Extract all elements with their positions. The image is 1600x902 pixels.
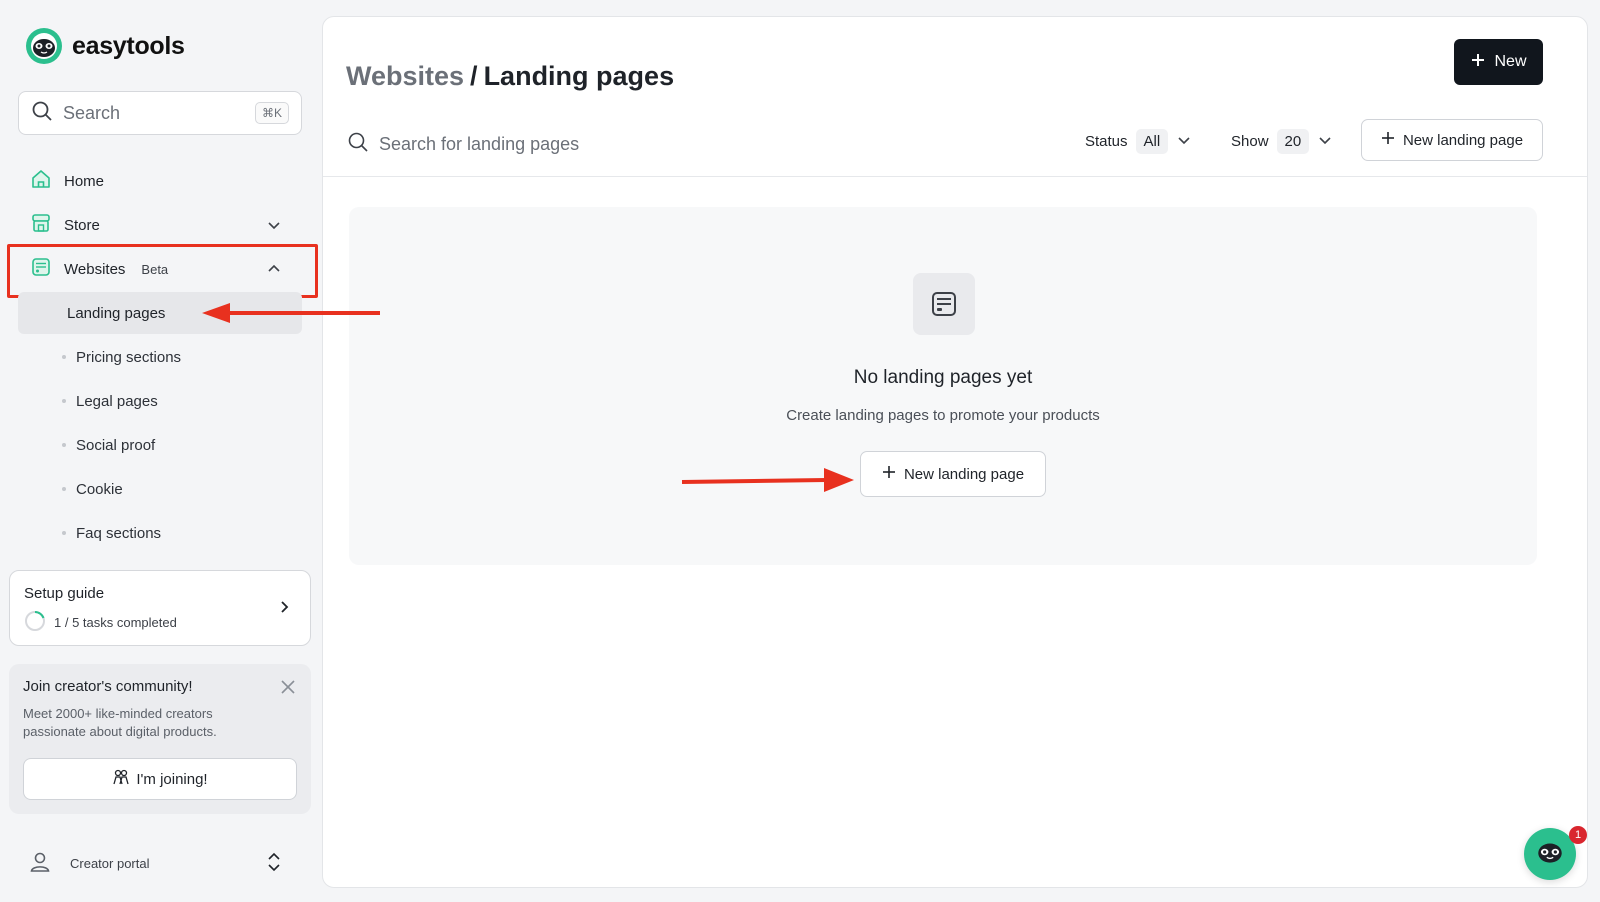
show-count-dropdown[interactable]: Show 20 xyxy=(1231,129,1333,154)
search-placeholder: Search for landing pages xyxy=(379,134,580,154)
close-icon[interactable] xyxy=(279,678,297,701)
new-button-label: New xyxy=(1494,53,1527,70)
bullet-dot xyxy=(62,355,66,359)
chevron-down-icon xyxy=(1317,132,1333,152)
sidebar-subitem-legal-pages[interactable]: Legal pages xyxy=(18,380,302,422)
sidebar-item-store[interactable]: Store xyxy=(20,205,300,245)
breadcrumb: Websites / Landing pages xyxy=(346,61,674,92)
creator-portal-label: Creator portal xyxy=(70,855,150,871)
bullet-dot xyxy=(62,487,66,491)
status-filter-value: All xyxy=(1135,129,1169,154)
bullet-dot xyxy=(62,531,66,535)
main-panel: Websites / Landing pages New Search for la… xyxy=(322,16,1588,888)
sidebar-search-input[interactable]: Search ⌘K xyxy=(18,91,302,135)
sidebar-subitem-social-proof[interactable]: Social proof xyxy=(18,424,302,466)
sidebar-subitem-label: Pricing sections xyxy=(76,348,182,366)
chat-notification-badge: 1 xyxy=(1569,826,1587,844)
sidebar-subitem-label: Landing pages xyxy=(67,304,166,322)
sidebar-item-home[interactable]: Home xyxy=(20,161,300,201)
bullet-dot xyxy=(62,443,66,447)
breadcrumb-parent[interactable]: Websites xyxy=(346,61,464,91)
setup-guide-card[interactable]: Setup guide 1 / 5 tasks completed xyxy=(9,570,311,646)
setup-guide-title: Setup guide xyxy=(24,585,105,602)
plus-icon xyxy=(1381,131,1395,149)
sidebar-subitem-label: Cookie xyxy=(76,480,123,498)
chevron-down-icon xyxy=(1176,132,1192,152)
toolbar: Search for landing pages Status All Show… xyxy=(323,117,1587,177)
annotation-arrow-left xyxy=(202,303,380,323)
new-landing-page-label: New landing page xyxy=(1402,131,1524,149)
community-description: Meet 2000+ like-minded creators passiona… xyxy=(23,706,217,739)
setup-progress-text: 1 / 5 tasks completed xyxy=(54,615,177,630)
sidebar: easytools Search ⌘K Home Store Websites … xyxy=(0,0,322,902)
join-button-label: I'm joining! xyxy=(136,770,208,788)
bullet-dot xyxy=(62,399,66,403)
home-icon xyxy=(30,168,52,194)
show-count-value: 20 xyxy=(1276,129,1310,154)
breadcrumb-separator: / xyxy=(470,61,478,91)
sidebar-subitem-cookie[interactable]: Cookie xyxy=(18,468,302,510)
plus-icon xyxy=(1470,52,1486,73)
join-community-button[interactable]: I'm joining! xyxy=(23,758,297,800)
progress-ring-icon xyxy=(24,610,46,635)
empty-button-label: New landing page xyxy=(903,465,1025,483)
empty-new-landing-page-button[interactable]: New landing page xyxy=(860,451,1046,497)
sidebar-item-label: Store xyxy=(64,216,100,234)
annotation-highlight-box xyxy=(7,244,318,298)
landing-page-icon xyxy=(913,273,975,335)
chevron-right-icon xyxy=(276,599,292,620)
search-icon xyxy=(31,100,53,127)
chevron-up-down-icon xyxy=(266,852,282,875)
new-landing-page-button[interactable]: New landing page xyxy=(1361,119,1543,161)
people-icon xyxy=(112,768,130,790)
search-placeholder: Search xyxy=(63,102,121,123)
plus-icon xyxy=(882,465,896,483)
sloth-chat-icon xyxy=(1534,836,1566,873)
landing-pages-search-input[interactable]: Search for landing pages xyxy=(347,131,579,158)
search-shortcut: ⌘K xyxy=(254,102,289,124)
search-icon xyxy=(347,131,369,158)
chevron-down-icon[interactable] xyxy=(266,217,282,237)
status-filter-dropdown[interactable]: Status All xyxy=(1085,129,1192,154)
sidebar-item-label: Home xyxy=(64,172,105,190)
empty-state: No landing pages yet Create landing page… xyxy=(349,207,1537,565)
store-icon xyxy=(30,212,52,238)
sidebar-subitem-label: Faq sections xyxy=(76,524,162,542)
status-filter-label: Status xyxy=(1085,133,1128,150)
sidebar-subitem-faq-sections[interactable]: Faq sections xyxy=(18,512,302,554)
empty-state-title: No landing pages yet xyxy=(853,367,1033,388)
sidebar-subitem-label: Legal pages xyxy=(76,392,158,410)
sloth-logo-icon xyxy=(26,28,62,64)
sidebar-subitem-label: Social proof xyxy=(76,436,156,454)
brand-logo[interactable]: easytools xyxy=(26,28,185,64)
empty-state-subtitle: Create landing pages to promote your pro… xyxy=(786,407,1100,424)
annotation-arrow-right xyxy=(681,468,854,492)
sidebar-subitem-pricing-sections[interactable]: Pricing sections xyxy=(18,336,302,378)
page-title: Landing pages xyxy=(483,61,675,91)
user-avatar-icon xyxy=(28,850,52,877)
community-card: Join creator's community! Meet 2000+ lik… xyxy=(9,664,311,814)
creator-portal-switcher[interactable]: Creator portal xyxy=(18,840,302,886)
new-button[interactable]: New xyxy=(1454,39,1543,85)
community-title: Join creator's community! xyxy=(23,678,193,695)
brand-name: easytools xyxy=(72,31,185,60)
show-count-label: Show xyxy=(1231,133,1269,150)
